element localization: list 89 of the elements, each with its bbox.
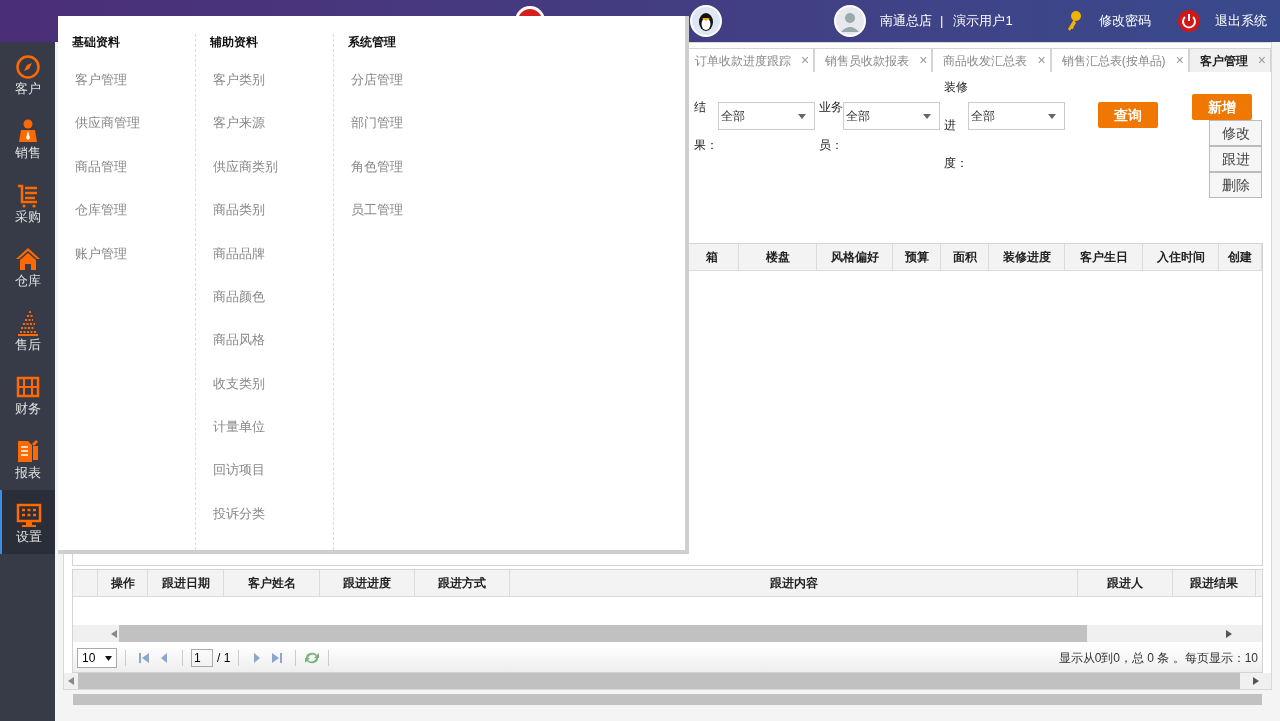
monitor-icon [15,501,42,528]
menu-item[interactable]: 部门管理 [348,101,462,145]
menu-heading: 辅助资料 [210,34,259,50]
column-header[interactable]: 跟进进度 [320,570,415,596]
last-page-icon[interactable] [271,652,284,665]
filter-label: 装修进度： [944,79,968,172]
tab[interactable]: 客户管理 × [1188,48,1271,72]
menu-item[interactable]: 商品品牌 [210,231,323,275]
house-icon [14,245,41,272]
sidebar-item[interactable]: 设置 [0,490,55,554]
separator: | [940,12,944,31]
column-header[interactable]: 客户生日 [1065,244,1143,271]
first-page-icon[interactable] [138,652,150,665]
tab[interactable]: 商品收发汇总表 × [932,48,1051,72]
caret-icon [105,655,112,661]
change-password-link[interactable]: 修改密码 [1098,11,1151,31]
column-header[interactable]: 跟进结果 [1173,570,1256,596]
caret-icon [923,113,931,119]
menu-item[interactable]: 回访项目 [210,448,323,492]
compass-icon [14,53,41,80]
power-icon [1176,9,1201,33]
sidebar-item[interactable]: 报表 [0,426,55,490]
menu-item[interactable]: 商品颜色 [210,274,323,319]
logout-link[interactable]: 退出系统 [1214,11,1267,31]
filter-label: 结果： [694,99,718,154]
column-header[interactable]: 跟进日期 [148,570,224,596]
caret-icon [798,113,806,119]
menu-item[interactable]: 商品风格 [210,318,323,362]
menu-item[interactable]: 角色管理 [348,144,462,189]
column-header[interactable]: 操作 [98,570,148,596]
menu-item[interactable]: 账户管理 [72,231,185,275]
sidebar-item[interactable]: 售后 [0,298,55,362]
filter-select[interactable]: 全部 [843,102,940,130]
menu-item[interactable]: 客户来源 [210,101,323,145]
column-header[interactable]: 楼盘 [739,244,817,271]
action-button[interactable]: 跟进 [1209,146,1262,172]
sidebar-item[interactable]: 采购 [0,170,55,234]
sidebar-item[interactable]: 财务 [0,362,55,426]
penguin-icon[interactable] [690,5,722,37]
filter-label: 业务员： [819,99,843,154]
refresh-icon[interactable] [304,651,321,666]
menu-item[interactable]: 客户管理 [72,58,185,102]
page-size-select[interactable]: 10 [77,648,117,669]
menu-item[interactable]: 分店管理 [348,58,462,102]
column-header[interactable]: 跟进人 [1078,570,1173,596]
avatar-icon [834,5,866,37]
scroll-left-icon[interactable] [68,677,74,685]
filter-select[interactable]: 全部 [968,102,1065,130]
action-button[interactable]: 修改 [1209,120,1262,146]
store-name: 南通总店 [880,12,932,31]
menu-item[interactable]: 供应商管理 [72,101,185,145]
menu-item[interactable]: 客户类别 [210,58,323,102]
column-header[interactable]: 创建 [1219,244,1262,271]
column-header[interactable]: 跟进方式 [415,570,510,596]
menu-item[interactable]: 供应商类别 [210,144,323,189]
column-header[interactable]: 面积 [941,244,989,271]
scrollbar-thumb[interactable] [73,694,1262,705]
pagination-summary: 显示从0到0，总 0 条 。每页显示：10 [1058,650,1258,668]
menu-item[interactable]: 计量单位 [210,405,323,449]
tab[interactable]: 销售汇总表(按单品) × [1050,48,1189,72]
column-header[interactable]: 客户姓名 [224,570,320,596]
scrollbar-thumb[interactable] [78,673,1240,689]
caret-icon [1048,113,1056,119]
menu-heading: 系统管理 [348,34,397,50]
scroll-right-icon[interactable] [1252,677,1259,685]
sidebar-item[interactable]: 客户 [0,42,55,106]
column-header[interactable]: 预算 [893,244,941,271]
menu-item[interactable]: 商品管理 [72,144,185,189]
menu-heading: 基础资料 [72,34,121,50]
scroll-right-icon[interactable] [1226,629,1232,638]
column-header[interactable]: 跟进内容 [510,570,1078,596]
menu-item[interactable]: 投诉分类 [210,491,323,536]
menu-item[interactable]: 仓库管理 [72,188,185,232]
filter-select[interactable]: 全部 [718,102,815,130]
user-name: 演示用户1 [953,12,1013,31]
menu-item[interactable]: 员工管理 [348,188,462,232]
menu-item[interactable]: 收支类别 [210,361,323,406]
column-header[interactable]: 装修进度 [989,244,1065,271]
sidebar-item[interactable]: 销售 [0,106,55,170]
column-header[interactable]: 入住时间 [1143,244,1219,271]
scroll-left-icon[interactable] [111,629,117,638]
column-header[interactable]: 风格偏好 [817,244,893,271]
scrollbar-thumb[interactable] [119,625,1087,643]
page-total: / 1 [217,650,231,668]
action-button[interactable]: 删除 [1209,172,1262,198]
menu-item[interactable]: 商品类别 [210,188,323,232]
tab[interactable]: 销售员收款报表 × [814,48,933,72]
page-input[interactable]: 1 [191,649,213,668]
sidebar-item[interactable]: 仓库 [0,234,55,298]
